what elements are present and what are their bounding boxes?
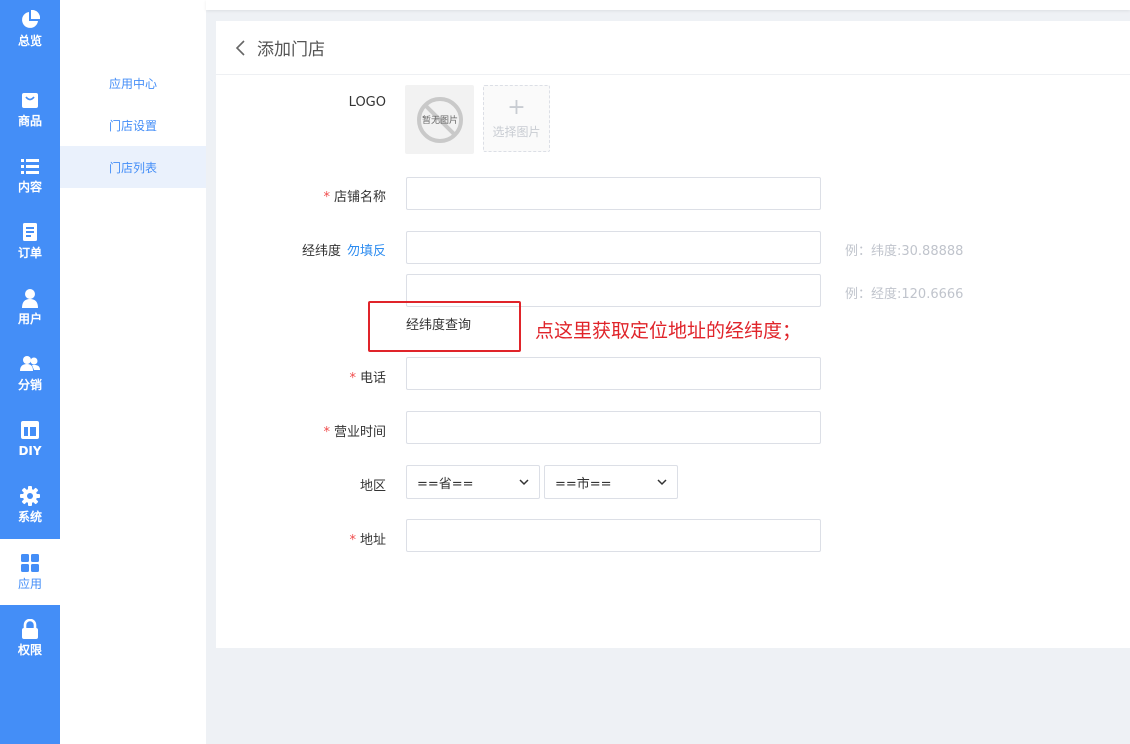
nav-label: 商品 [17,114,42,128]
phone-label: * 电话 [349,371,386,386]
select-image-button[interactable]: + 选择图片 [483,85,550,152]
required-mark: * [349,371,356,386]
coords-label-box: 经纬度 勿填反 [216,232,386,266]
user-icon [22,289,38,308]
no-image-text: 暂无图片 [421,114,457,126]
users-icon [20,356,40,371]
city-select[interactable]: ==市== [544,465,678,499]
logo-preview: 暂无图片 [405,85,474,154]
nav-item-orders[interactable]: 订单 [0,208,60,274]
gear-icon [20,486,40,506]
nav-label: 内容 [17,180,42,194]
latitude-input[interactable] [406,231,821,264]
lock-icon [22,619,38,639]
city-select-value: ==市== [555,476,612,492]
hours-label: * 营业时间 [323,425,386,440]
submenu-item-store-list[interactable]: 门店列表 [60,146,206,188]
nav-item-users[interactable]: 用户 [0,274,60,340]
nav-item-system[interactable]: 系统 [0,472,60,538]
required-mark: * [349,533,356,548]
nav-label: 总览 [17,34,42,48]
coords-warning-link[interactable]: 勿填反 [347,244,386,259]
nav-item-diy[interactable]: DIY [0,406,60,472]
nav-item-permissions[interactable]: 权限 [0,605,60,671]
plus-icon: + [507,95,526,120]
address-label: * 地址 [349,533,386,548]
nav-item-content[interactable]: 内容 [0,142,60,208]
main-nav-rail: 总览 商品 内容 订单 用户 分销 DIY 系统 应用 权限 [0,0,60,744]
nav-label: 分销 [17,378,42,392]
annotation-text: 点这里获取定位地址的经纬度； [535,320,802,342]
required-mark: * [323,190,330,205]
chevron-down-icon [519,479,529,486]
submenu-label: 门店列表 [109,160,158,175]
longitude-hint: 例：经度:120.6666 [845,287,964,302]
chevron-down-icon [657,479,667,486]
submenu-item-app-center[interactable]: 应用中心 [60,62,206,104]
province-select[interactable]: ==省== [406,465,540,499]
top-bar [206,0,1130,10]
province-select-value: ==省== [417,476,474,492]
nav-label: 用户 [17,312,42,326]
region-label: 地区 [359,479,386,494]
card-header: 添加门店 [216,21,1130,75]
nav-item-overview[interactable]: 总览 [0,0,60,66]
page-title: 添加门店 [257,40,325,60]
geo-query-button[interactable]: 经纬度查询 [406,314,471,333]
secondary-menu: 应用中心 门店设置 门店列表 [60,0,206,744]
latitude-hint: 例：纬度:30.88888 [845,244,964,259]
nav-label: 应用 [17,577,42,591]
chevron-left-icon[interactable] [233,39,249,56]
select-image-label: 选择图片 [492,125,541,139]
phone-label-box: * 电话 [216,359,386,393]
pie-chart-icon [22,10,40,28]
nav-label: 订单 [17,246,42,260]
region-label-box: 地区 [216,467,386,501]
nav-item-products[interactable]: 商品 [0,76,60,142]
layout-icon [21,421,39,439]
nav-label: 系统 [17,510,42,524]
nav-label: 权限 [17,643,42,657]
address-input[interactable] [406,519,821,552]
hours-label-box: * 营业时间 [216,413,386,447]
no-image-icon: 暂无图片 [416,96,463,143]
logo-label-box: LOGO [216,88,386,122]
required-mark: * [323,425,330,440]
submenu-item-store-settings[interactable]: 门店设置 [60,104,206,146]
coords-label: 经纬度 勿填反 [301,244,386,259]
submenu-label: 应用中心 [109,76,158,91]
nav-label: DIY [18,444,42,458]
store-name-label-box: * 店铺名称 [216,178,386,212]
address-label-box: * 地址 [216,521,386,555]
hours-input[interactable] [406,411,821,444]
shopping-bag-icon [22,93,38,108]
list-icon [21,159,39,174]
logo-label: LOGO [348,95,386,110]
nav-item-distribution[interactable]: 分销 [0,340,60,406]
document-icon [23,223,37,241]
phone-input[interactable] [406,357,821,390]
submenu-label: 门店设置 [109,118,158,133]
store-name-input[interactable] [406,177,821,210]
grid-icon [21,554,39,572]
nav-item-apps[interactable]: 应用 [0,539,60,605]
store-name-label: * 店铺名称 [323,190,386,205]
